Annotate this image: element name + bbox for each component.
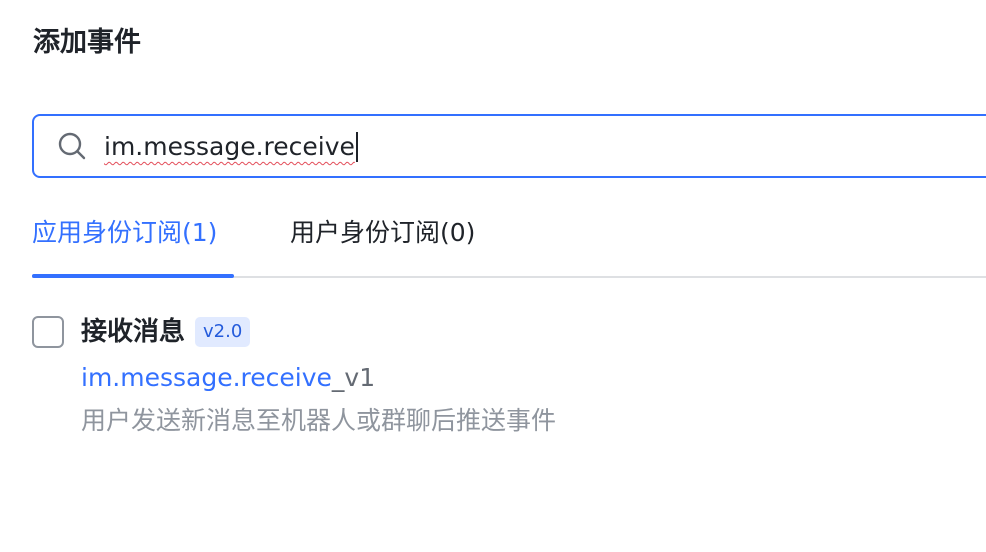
search-icon <box>58 132 86 160</box>
tab-app-identity[interactable]: 应用身份订阅(1) <box>32 216 217 250</box>
tab-user-identity[interactable]: 用户身份订阅(0) <box>290 216 475 250</box>
page-title: 添加事件 <box>33 27 141 58</box>
event-checkbox[interactable] <box>32 316 64 348</box>
text-caret <box>356 132 358 162</box>
event-description: 用户发送新消息至机器人或群聊后推送事件 <box>81 406 557 435</box>
add-event-panel: 添加事件 im.message.receive 应用身份订阅(1) 用户身份订阅… <box>0 0 986 552</box>
active-tab-indicator <box>32 274 234 278</box>
search-input[interactable]: im.message.receive <box>104 130 355 164</box>
subscription-tabs: 应用身份订阅(1) 用户身份订阅(0) <box>32 210 986 278</box>
search-box[interactable]: im.message.receive <box>32 114 986 178</box>
event-key-match: im.message.receive <box>81 363 332 392</box>
event-header: 接收消息 v2.0 <box>81 314 251 350</box>
event-key-rest: _v1 <box>331 363 376 392</box>
event-key: im.message.receive_v1 <box>81 361 375 395</box>
event-name: 接收消息 <box>81 317 186 347</box>
search-input-text: im.message.receive <box>104 132 355 161</box>
version-badge: v2.0 <box>195 317 251 347</box>
